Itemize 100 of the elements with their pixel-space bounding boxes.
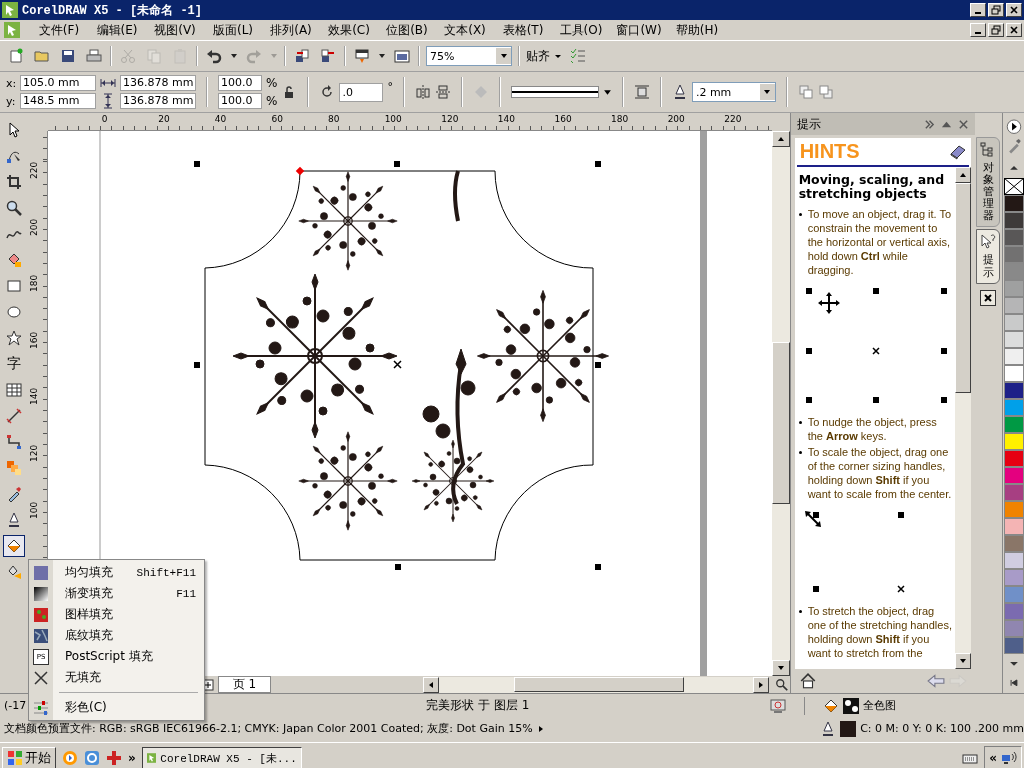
scroll-end-icon[interactable] (1008, 679, 1019, 687)
horizontal-scrollbar[interactable] (423, 676, 770, 693)
scale-y-field[interactable]: 100.0 (218, 93, 262, 109)
menu-item[interactable]: 编辑(E) (88, 21, 146, 39)
fill-menu-item[interactable]: 图样填充 (29, 604, 204, 625)
play-button-icon[interactable] (1005, 119, 1022, 135)
fill-menu-item[interactable]: 无填充 (29, 667, 204, 688)
scroll-down-icon (776, 664, 785, 672)
menu-item[interactable]: 文本(X) (436, 21, 494, 39)
app-logo-icon (146, 750, 157, 766)
fill-menu-item[interactable]: 底纹填充 (29, 625, 204, 646)
menu-item[interactable]: 位图(B) (378, 21, 436, 39)
hints-scrollbar[interactable] (954, 167, 971, 669)
hints-heading: HINTS (799, 140, 860, 163)
menu-item[interactable]: 工具(O) (552, 21, 610, 39)
color-profile-info: 文档颜色预置文件: RGB: sRGB IEC61966-2.1; CMYK: Japan Color 2001 Coated; 灰度: Dot Gain 15% (4, 721, 533, 736)
cross-icon (33, 669, 49, 686)
line-style-dropdown[interactable] (510, 86, 612, 98)
browser-icon[interactable] (84, 750, 100, 766)
y-position-field[interactable]: 148.5 mm (20, 93, 96, 109)
fill-menu-item[interactable]: 均匀填充 Shift+F11 (29, 562, 204, 583)
play-arrow-icon[interactable] (536, 724, 545, 733)
no-color-swatch-icon[interactable] (1003, 177, 1024, 195)
x-position-field[interactable]: 105.0 mm (20, 75, 96, 91)
document-logo-icon (4, 22, 20, 38)
menu-item[interactable]: 视图(V) (146, 21, 204, 39)
fill-menu-item[interactable]: 彩色(C) (29, 697, 204, 718)
docker-tab[interactable]: 对象管理器 (976, 137, 1001, 228)
menu-item[interactable]: 排列(A) (262, 21, 320, 39)
minimize-icon (975, 32, 981, 34)
restore-button[interactable] (988, 3, 1004, 17)
scroll-down-icon[interactable] (1008, 659, 1019, 668)
menu-item[interactable]: 窗口(W) (610, 21, 668, 39)
outline-color-swatch (840, 720, 857, 737)
text-tool-button[interactable]: 字 (2, 353, 25, 375)
solid-swatch-icon (33, 564, 49, 581)
ruler-label: 200 (28, 218, 39, 236)
quick-launch-more[interactable]: » (128, 751, 136, 765)
caret-icon[interactable] (230, 53, 238, 59)
hint-text: To stretch the object, drag one of the stretching handles, holding down Shift if you want to stretch from the (807, 604, 953, 660)
zoom-level-dropdown[interactable]: 75% (426, 46, 512, 66)
close-docker-button[interactable] (980, 289, 997, 306)
network-icon[interactable] (1001, 750, 1017, 766)
minimize-button[interactable] (970, 23, 986, 37)
height-field[interactable]: 136.878 mm (120, 93, 196, 109)
node-marker[interactable] (295, 166, 304, 176)
ruler-label: 80 (328, 114, 340, 124)
rotation-field[interactable]: .0 (339, 82, 384, 102)
restore-button[interactable] (988, 23, 1004, 37)
double-chevron-icon[interactable] (923, 118, 935, 130)
home-icon[interactable] (798, 672, 817, 690)
close-button[interactable] (1006, 23, 1022, 37)
mirror-horizontal-icon[interactable] (414, 84, 431, 100)
back-arrow-icon[interactable] (926, 672, 945, 690)
scroll-left-icon (427, 680, 436, 689)
menu-item[interactable]: 表格(T) (494, 21, 552, 39)
ruler-label: 140 (497, 114, 515, 124)
hint-title: Moving, scaling, and stretching objects (798, 173, 946, 201)
docker-tab[interactable]: 提示 (976, 229, 1001, 284)
caret-icon (602, 87, 612, 97)
minimize-button[interactable] (970, 3, 986, 17)
star-icon (5, 330, 22, 346)
percent-label: % (266, 76, 278, 90)
start-button[interactable]: 开始 (2, 747, 56, 768)
snap-dropdown[interactable]: 贴齐 (526, 47, 562, 65)
scroll-up-icon[interactable] (1008, 163, 1019, 172)
width-field[interactable]: 136.878 mm (120, 75, 196, 91)
scroll-down-icon (958, 657, 967, 665)
tray-expand-button[interactable]: « (989, 751, 997, 765)
menu-item[interactable]: 版面(L) (204, 21, 262, 39)
media-player-icon[interactable] (62, 750, 78, 766)
scale-x-field[interactable]: 100.0 (218, 75, 262, 91)
ruler-label: 120 (28, 444, 39, 462)
plus-sign-icon[interactable] (106, 750, 122, 766)
ruler-label: 180 (28, 275, 39, 293)
y-label: y: (6, 94, 16, 108)
magnifier-icon[interactable] (775, 677, 790, 692)
front-order-icon[interactable] (797, 84, 814, 100)
outline-width-dropdown[interactable]: .2 mm (691, 82, 776, 102)
texture-swatch-icon (33, 627, 49, 644)
fill-tool-button[interactable] (2, 535, 25, 557)
ruler-label: 100 (28, 501, 39, 519)
text-wrap-icon[interactable] (633, 84, 650, 100)
pointer-question-icon (980, 234, 997, 251)
book-icon[interactable] (948, 143, 967, 160)
menu-item[interactable]: 帮助(H) (668, 21, 726, 39)
hint-text: To move an object, drag it. To constrain the movement to the horizontal or vertical axis, hold down Ctrl while dragging. (807, 207, 953, 277)
taskbar-button[interactable]: CorelDRAW X5 - [未... (141, 747, 302, 768)
monitor-icon[interactable] (770, 697, 787, 714)
back-order-icon[interactable] (817, 84, 834, 100)
page-tab[interactable]: 页 1 (217, 676, 272, 693)
fill-menu-item[interactable]: 渐变填充 F11 (29, 583, 204, 604)
ruler-label: 20 (158, 114, 170, 124)
caret-icon[interactable] (378, 53, 386, 59)
close-icon[interactable] (957, 118, 969, 130)
app-logo-icon (2, 2, 18, 18)
menu-item[interactable]: 文件(F) (30, 21, 88, 39)
mirror-vertical-icon[interactable] (434, 84, 451, 100)
menu-item[interactable]: 效果(C) (320, 21, 378, 39)
close-button[interactable] (1006, 3, 1022, 17)
